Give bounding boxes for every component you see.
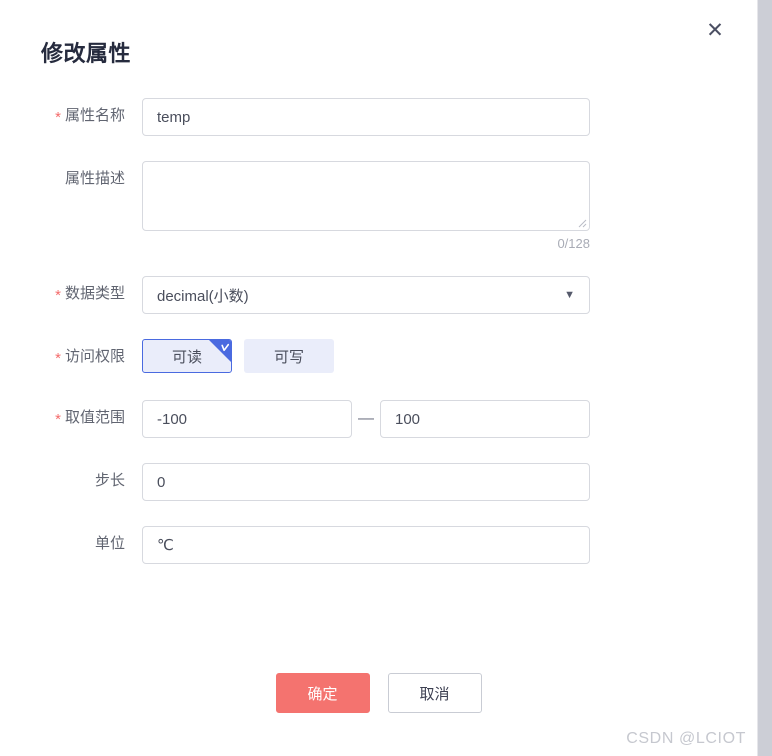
label-unit: 单位 — [0, 526, 142, 562]
required-star-data-type: * — [55, 287, 61, 304]
access-chip-writable-label: 可写 — [273, 348, 304, 366]
form-row-property-name: * 属性名称 — [0, 98, 757, 136]
unit-input[interactable] — [142, 526, 590, 564]
form-row-value-range: *取值范围 — — [0, 400, 757, 438]
form-row-data-type: * 数据类型 decimal(小数) ▼ — [0, 276, 757, 314]
control-unit — [142, 526, 590, 564]
control-property-description: 0/128 — [142, 161, 590, 251]
value-range-min-input[interactable] — [142, 400, 352, 438]
watermark: CSDN @LCIOT — [626, 730, 746, 747]
chevron-down-icon: ▼ — [564, 288, 575, 301]
form-row-step: 步长 — [0, 463, 757, 501]
close-icon[interactable]: ✕ — [701, 16, 729, 44]
access-chip-writable[interactable]: 可写 — [244, 339, 334, 373]
dialog-footer: 确定 取消 — [0, 673, 757, 713]
form-row-unit: 单位 — [0, 526, 757, 564]
label-data-type: * 数据类型 — [0, 276, 142, 312]
value-range-max-input[interactable] — [380, 400, 590, 438]
control-data-type: decimal(小数) ▼ — [142, 276, 590, 314]
access-chip-readable-label: 可读 — [171, 348, 202, 366]
textarea-wrapper — [142, 161, 590, 231]
property-name-input[interactable] — [142, 98, 590, 136]
label-step: 步长 — [0, 463, 142, 499]
form-row-property-description: 属性描述 0/128 — [0, 161, 757, 251]
form-row-access-permission: * 访问权限 可读 可写 — [0, 339, 757, 375]
label-text-unit: 单位 — [94, 535, 125, 552]
data-type-select[interactable]: decimal(小数) ▼ — [142, 276, 590, 314]
modify-property-dialog: ✕ 修改属性 *属性名称 属性描述 — [0, 0, 757, 756]
label-text-data-type: 数据类型 — [64, 285, 125, 302]
label-text-step: 步长 — [94, 472, 125, 489]
selected-check-corner-icon — [209, 340, 231, 362]
dialog-title: 修改属性 — [41, 41, 132, 66]
confirm-button[interactable]: 确定 — [275, 673, 370, 713]
cancel-button[interactable]: 取消 — [387, 673, 482, 713]
access-permission-chip-group: 可读 可写 — [142, 339, 334, 373]
label-access-permission: * 访问权限 — [0, 339, 142, 375]
required-star-property-name: * — [55, 109, 61, 126]
required-star-access-permission: * — [55, 350, 61, 367]
page-scrollbar-thumb[interactable] — [758, 0, 772, 756]
label-property-name: * 属性名称 — [0, 98, 142, 134]
close-glyph: ✕ — [706, 18, 724, 42]
control-property-name — [142, 98, 590, 136]
label-text-access-permission: 访问权限 — [64, 348, 125, 365]
control-access-permission: 可读 可写 — [142, 339, 334, 373]
label-text-value-range: 取值范围 — [64, 409, 125, 426]
value-range-row: — — [142, 400, 590, 438]
required-star-value-range: * — [55, 411, 61, 428]
access-chip-readable[interactable]: 可读 — [142, 339, 232, 373]
label-text-property-description: 属性描述 — [64, 170, 125, 187]
step-input[interactable] — [142, 463, 590, 501]
control-value-range: — — [142, 400, 590, 438]
description-char-counter: 0/128 — [557, 236, 590, 251]
page-scrollbar[interactable] — [757, 0, 772, 756]
data-type-selected-value: decimal(小数) — [157, 287, 249, 305]
control-step — [142, 463, 590, 501]
property-form: *属性名称 属性描述 0/128 — [0, 98, 757, 589]
label-value-range: * 取值范围 — [0, 400, 142, 436]
label-property-description: 属性描述 — [0, 161, 142, 197]
label-text-property-name: 属性名称 — [64, 107, 125, 124]
value-range-separator: — — [358, 410, 374, 427]
property-description-textarea[interactable] — [142, 161, 590, 231]
